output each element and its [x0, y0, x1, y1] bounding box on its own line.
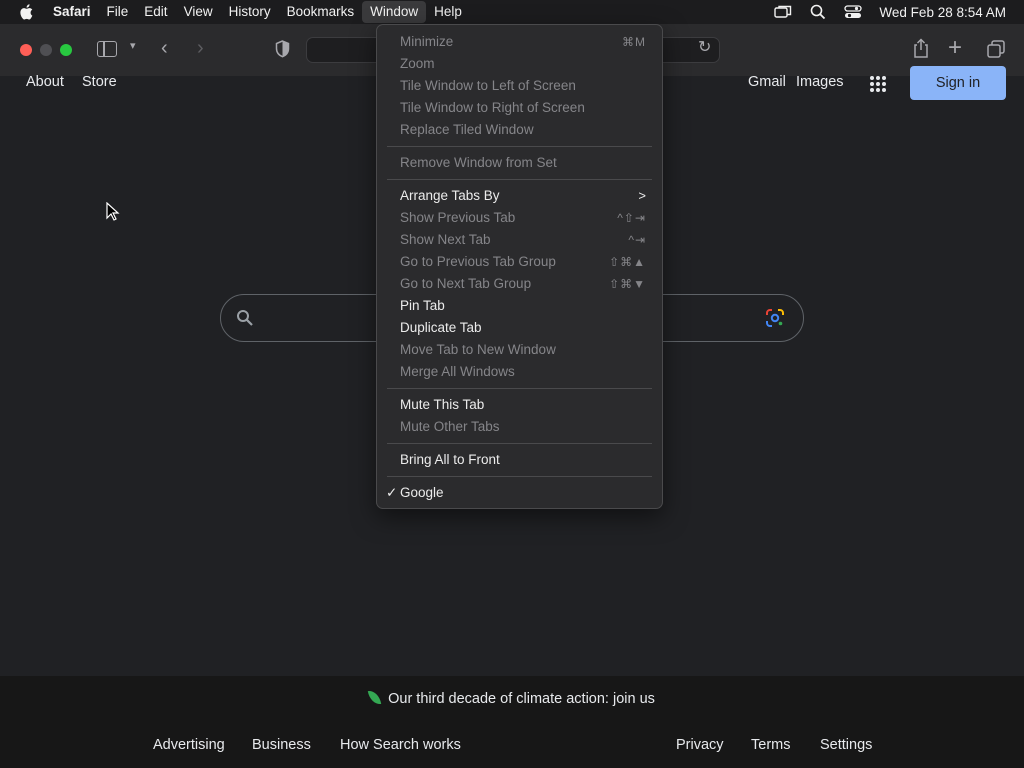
tab-overview-icon[interactable]: [987, 40, 1005, 58]
shortcut-label: ^⇧⇥: [617, 211, 646, 225]
menu-safari[interactable]: Safari: [45, 1, 99, 23]
menu-item-arrange-tabs-by[interactable]: Arrange Tabs By >: [377, 185, 662, 207]
menu-separator: [387, 443, 652, 444]
menu-bar-clock[interactable]: Wed Feb 28 8:54 AM: [879, 5, 1006, 20]
menu-separator: [387, 388, 652, 389]
shortcut-label: ⌘M: [622, 35, 646, 49]
menu-item-next-tab-group[interactable]: Go to Next Tab Group ⇧⌘▼: [377, 273, 662, 295]
climate-action-link[interactable]: Our third decade of climate action: join…: [0, 689, 1024, 707]
menu-item-show-previous-tab[interactable]: Show Previous Tab ^⇧⇥: [377, 207, 662, 229]
menu-separator: [387, 476, 652, 477]
shortcut-label: ⇧⌘▼: [609, 277, 646, 291]
sidebar-toggle-icon[interactable]: [97, 41, 117, 57]
climate-text[interactable]: Our third decade of climate action: join…: [388, 691, 655, 707]
menu-history[interactable]: History: [221, 1, 279, 23]
menu-separator: [387, 179, 652, 180]
menu-item-bring-all-to-front[interactable]: Bring All to Front: [377, 449, 662, 471]
footer-business-link[interactable]: Business: [252, 737, 311, 753]
back-arrow-icon[interactable]: ‹: [161, 38, 168, 58]
minimize-window-button[interactable]: [40, 44, 52, 56]
screen-mirroring-icon[interactable]: [773, 4, 793, 20]
footer-settings-link[interactable]: Settings: [820, 737, 872, 753]
menu-window[interactable]: Window: [362, 1, 427, 23]
chevron-down-icon[interactable]: ▾: [130, 41, 136, 52]
menu-edit[interactable]: Edit: [136, 1, 175, 23]
reload-icon[interactable]: ↻: [698, 40, 711, 56]
menu-item-previous-tab-group[interactable]: Go to Previous Tab Group ⇧⌘▲: [377, 251, 662, 273]
footer-how-search-works-link[interactable]: How Search works: [340, 737, 461, 753]
menu-item-zoom[interactable]: Zoom: [377, 53, 662, 75]
menu-bookmarks[interactable]: Bookmarks: [279, 1, 363, 23]
images-link[interactable]: Images: [796, 74, 844, 90]
sign-in-button[interactable]: Sign in: [910, 66, 1006, 100]
gmail-link[interactable]: Gmail: [748, 74, 786, 90]
chevron-right-icon: >: [638, 188, 646, 203]
footer-privacy-link[interactable]: Privacy: [676, 737, 724, 753]
google-lens-icon[interactable]: [765, 308, 785, 328]
apple-logo-icon[interactable]: [18, 2, 36, 22]
mouse-pointer-icon: [106, 202, 120, 221]
menu-view[interactable]: View: [176, 1, 221, 23]
zoom-window-button[interactable]: [60, 44, 72, 56]
menu-item-minimize[interactable]: Minimize ⌘M: [377, 31, 662, 53]
menu-bar-items: Safari File Edit View History Bookmarks …: [45, 0, 470, 24]
menu-separator: [387, 146, 652, 147]
menu-item-mute-this-tab[interactable]: Mute This Tab: [377, 394, 662, 416]
menu-item-tile-right[interactable]: Tile Window to Right of Screen: [377, 97, 662, 119]
footer-advertising-link[interactable]: Advertising: [153, 737, 225, 753]
menu-item-duplicate-tab[interactable]: Duplicate Tab: [377, 317, 662, 339]
leaf-icon: [367, 689, 382, 706]
window-menu-dropdown: Minimize ⌘M Zoom Tile Window to Left of S…: [376, 24, 663, 509]
privacy-shield-icon[interactable]: [275, 40, 290, 58]
checkmark-icon: ✓: [386, 485, 398, 500]
menu-item-show-next-tab[interactable]: Show Next Tab ^⇥: [377, 229, 662, 251]
close-window-button[interactable]: [20, 44, 32, 56]
search-icon: [237, 310, 253, 326]
menu-file[interactable]: File: [99, 1, 137, 23]
shortcut-label: ⇧⌘▲: [609, 255, 646, 269]
about-link[interactable]: About: [26, 74, 64, 90]
menu-bar: Safari File Edit View History Bookmarks …: [0, 0, 1024, 24]
shortcut-label: ^⇥: [628, 233, 646, 247]
share-icon[interactable]: [912, 38, 930, 58]
menu-help[interactable]: Help: [426, 1, 470, 23]
footer-terms-link[interactable]: Terms: [751, 737, 790, 753]
new-tab-plus-icon[interactable]: +: [948, 36, 962, 60]
menu-item-tile-left[interactable]: Tile Window to Left of Screen: [377, 75, 662, 97]
menu-item-remove-from-set[interactable]: Remove Window from Set: [377, 152, 662, 174]
menu-item-google-window[interactable]: ✓ Google: [377, 482, 662, 504]
menu-item-replace-tiled[interactable]: Replace Tiled Window: [377, 119, 662, 141]
menu-item-move-tab-new-window[interactable]: Move Tab to New Window: [377, 339, 662, 361]
store-link[interactable]: Store: [82, 74, 117, 90]
status-area: Wed Feb 28 8:54 AM: [758, 0, 1006, 24]
menu-item-pin-tab[interactable]: Pin Tab: [377, 295, 662, 317]
spotlight-search-icon[interactable]: [808, 4, 828, 20]
forward-arrow-icon[interactable]: ›: [197, 38, 204, 58]
menu-item-merge-all-windows[interactable]: Merge All Windows: [377, 361, 662, 383]
control-center-icon[interactable]: [843, 4, 863, 20]
google-apps-grid-icon[interactable]: [870, 76, 886, 92]
menu-item-mute-other-tabs[interactable]: Mute Other Tabs: [377, 416, 662, 438]
